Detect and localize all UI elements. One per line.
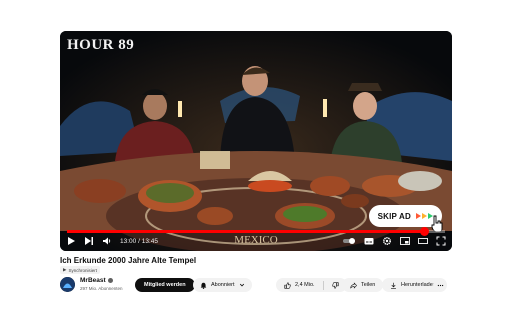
share-label: Teilen [361, 282, 376, 288]
skip-ad-label: SKIP AD [377, 211, 411, 221]
like-button[interactable]: 2,4 Mio. [276, 278, 323, 292]
play-icon[interactable] [66, 236, 76, 246]
share-icon [350, 281, 357, 289]
sync-badge-label: Synchronisiert [68, 267, 97, 273]
channel-row: MrBeast 297 Mio. Abonnenten Mitglied wer… [60, 276, 452, 294]
time-total: 13:45 [141, 237, 158, 245]
channel-name-text: MrBeast [80, 277, 106, 284]
next-icon[interactable] [84, 236, 94, 246]
join-button[interactable]: Mitglied werden [135, 278, 195, 292]
theater-icon[interactable] [418, 236, 428, 246]
sync-badge: ▶ Synchronisiert [60, 266, 100, 274]
share-button[interactable]: Teilen [342, 278, 384, 292]
settings-icon[interactable] [382, 236, 392, 246]
time-current: 13:00 [120, 237, 137, 245]
video-title: Ich Erkunde 2000 Jahre Alte Tempel [60, 256, 197, 265]
dislike-icon [331, 281, 339, 289]
subtitles-icon[interactable] [364, 236, 374, 246]
time-display: 13:00 / 13:45 [120, 237, 158, 245]
dub-icon: ▶ [63, 267, 67, 272]
subscribe-button[interactable]: Abonniert [193, 278, 252, 292]
verified-icon [108, 277, 114, 283]
like-dislike-group: 2,4 Mio. [276, 278, 347, 292]
download-icon [391, 282, 396, 289]
bell-icon [200, 282, 207, 289]
overlay-caption: HOUR 89 [67, 37, 135, 53]
subscriber-count: 297 Mio. Abonnenten [80, 286, 123, 291]
fullscreen-icon[interactable] [436, 236, 446, 246]
player-controls: 13:00 / 13:45 [60, 231, 452, 251]
miniplayer-icon[interactable] [400, 236, 410, 246]
volume-icon[interactable] [102, 236, 112, 246]
chevron-down-icon [239, 283, 244, 287]
more-icon [437, 284, 443, 286]
like-count: 2,4 Mio. [295, 282, 315, 288]
video-player[interactable]: MEXICO HOUR 89 SKIP AD 13:00 / 13:45 [60, 31, 452, 251]
subscribe-label: Abonniert [211, 282, 235, 288]
autoplay-toggle[interactable] [342, 236, 356, 246]
like-icon [284, 281, 291, 289]
download-label: Herunterladen [401, 282, 436, 288]
more-button[interactable] [433, 278, 447, 292]
avatar[interactable] [60, 277, 75, 292]
channel-name[interactable]: MrBeast [80, 277, 114, 284]
